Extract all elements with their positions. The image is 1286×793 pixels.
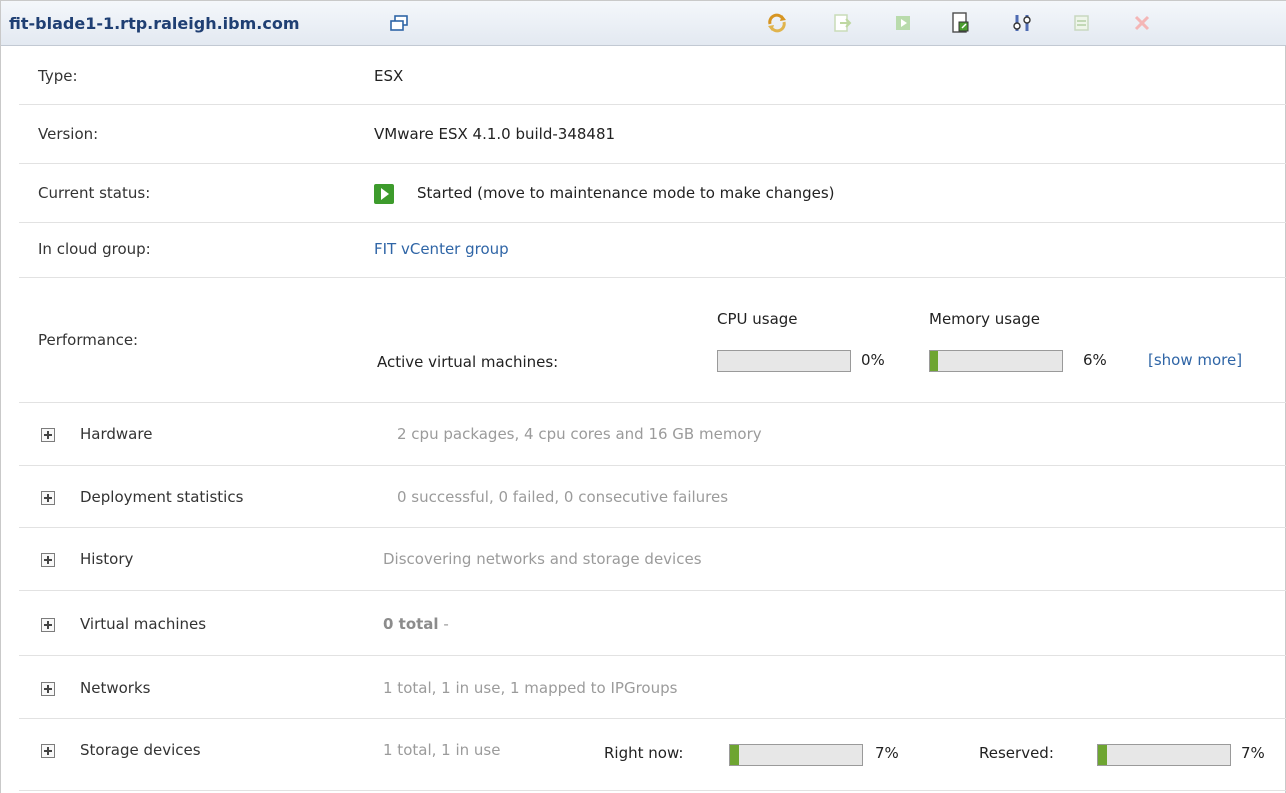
performance-row: Performance: Active virtual machines: CP… [19, 278, 1286, 403]
storage-right-now-fill [730, 745, 740, 765]
host-title: fit-blade1-1.rtp.raleigh.ibm.com [9, 14, 300, 33]
virtual-machines-section-label[interactable]: Virtual machines [80, 615, 206, 633]
hardware-section-row[interactable]: Hardware 2 cpu packages, 4 cpu cores and… [19, 403, 1286, 466]
history-section-row[interactable]: History Discovering networks and storage… [19, 528, 1286, 591]
cloud-group-link[interactable]: FIT vCenter group [374, 240, 509, 258]
storage-reserved-bar [1097, 744, 1231, 766]
history-section-label[interactable]: History [80, 550, 133, 568]
start-icon[interactable] [891, 11, 915, 35]
expand-networks-icon[interactable] [41, 682, 55, 696]
panel-header: fit-blade1-1.rtp.raleigh.ibm.com [1, 0, 1286, 46]
expand-storage-devices-icon[interactable] [41, 744, 55, 758]
deployment-section-label[interactable]: Deployment statistics [80, 488, 243, 506]
performance-label: Performance: [38, 331, 139, 349]
memory-usage-value: 6% [1083, 351, 1107, 369]
cpu-usage-bar [717, 350, 851, 372]
history-summary: Discovering networks and storage devices [383, 550, 702, 568]
networks-summary: 1 total, 1 in use, 1 mapped to IPGroups [383, 679, 678, 697]
virtual-machines-section-row[interactable]: Virtual machines 0 total - [19, 591, 1286, 656]
storage-section-label[interactable]: Storage devices [80, 741, 201, 759]
expand-hardware-icon[interactable] [41, 428, 55, 442]
deployment-section-row[interactable]: Deployment statistics 0 successful, 0 fa… [19, 466, 1286, 528]
type-label: Type: [38, 67, 78, 85]
virtual-machines-summary-rest: - [438, 615, 449, 633]
storage-reserved-fill [1098, 745, 1108, 765]
memory-usage-bar [929, 350, 1063, 372]
version-row: Version: VMware ESX 4.1.0 build-348481 [19, 105, 1286, 164]
memory-usage-fill [930, 351, 938, 371]
active-vms-label: Active virtual machines: [377, 353, 559, 371]
host-details-panel: fit-blade1-1.rtp.raleigh.ibm.com Type: E… [0, 0, 1286, 793]
storage-reserved-value: 7% [1241, 744, 1265, 762]
storage-right-now-value: 7% [875, 744, 899, 762]
networks-section-label[interactable]: Networks [80, 679, 150, 697]
storage-right-now-bar [729, 744, 863, 766]
version-label: Version: [38, 125, 99, 143]
cloud-label: In cloud group: [38, 240, 151, 258]
cloud-group-row: In cloud group: FIT vCenter group [19, 223, 1286, 278]
copy-window-icon[interactable] [389, 15, 409, 33]
storage-reserved-label: Reserved: [979, 744, 1054, 762]
status-row: Current status: Started (move to mainten… [19, 164, 1286, 223]
storage-section-row[interactable]: Storage devices 1 total, 1 in use Right … [19, 719, 1286, 791]
deployment-summary: 0 successful, 0 failed, 0 consecutive fa… [397, 488, 729, 506]
discover-icon[interactable] [1070, 11, 1094, 35]
expand-virtual-machines-icon[interactable] [41, 618, 55, 632]
virtual-machines-summary: 0 total - [383, 615, 449, 633]
settings-icon[interactable] [1010, 11, 1034, 35]
export-icon[interactable] [949, 11, 973, 35]
hardware-summary: 2 cpu packages, 4 cpu cores and 16 GB me… [397, 425, 762, 443]
status-label: Current status: [38, 184, 151, 202]
move-to-maintenance-icon[interactable] [830, 11, 854, 35]
memory-usage-label: Memory usage [929, 310, 1041, 328]
expand-history-icon[interactable] [41, 553, 55, 567]
expand-deployment-icon[interactable] [41, 491, 55, 505]
refresh-icon[interactable] [765, 11, 789, 35]
type-value: ESX [374, 67, 404, 85]
show-more-link[interactable]: [show more] [1148, 351, 1242, 369]
cpu-usage-label: CPU usage [717, 310, 798, 328]
version-value: VMware ESX 4.1.0 build-348481 [374, 125, 616, 143]
started-status-icon [374, 184, 394, 204]
networks-section-row[interactable]: Networks 1 total, 1 in use, 1 mapped to … [19, 656, 1286, 719]
delete-icon[interactable] [1130, 11, 1154, 35]
hardware-section-label[interactable]: Hardware [80, 425, 152, 443]
type-row: Type: ESX [19, 46, 1286, 105]
status-value: Started (move to maintenance mode to mak… [417, 184, 835, 202]
storage-right-now-label: Right now: [604, 744, 684, 762]
virtual-machines-total: 0 total [383, 615, 439, 633]
cpu-usage-value: 0% [861, 351, 885, 369]
storage-summary: 1 total, 1 in use [383, 741, 501, 759]
